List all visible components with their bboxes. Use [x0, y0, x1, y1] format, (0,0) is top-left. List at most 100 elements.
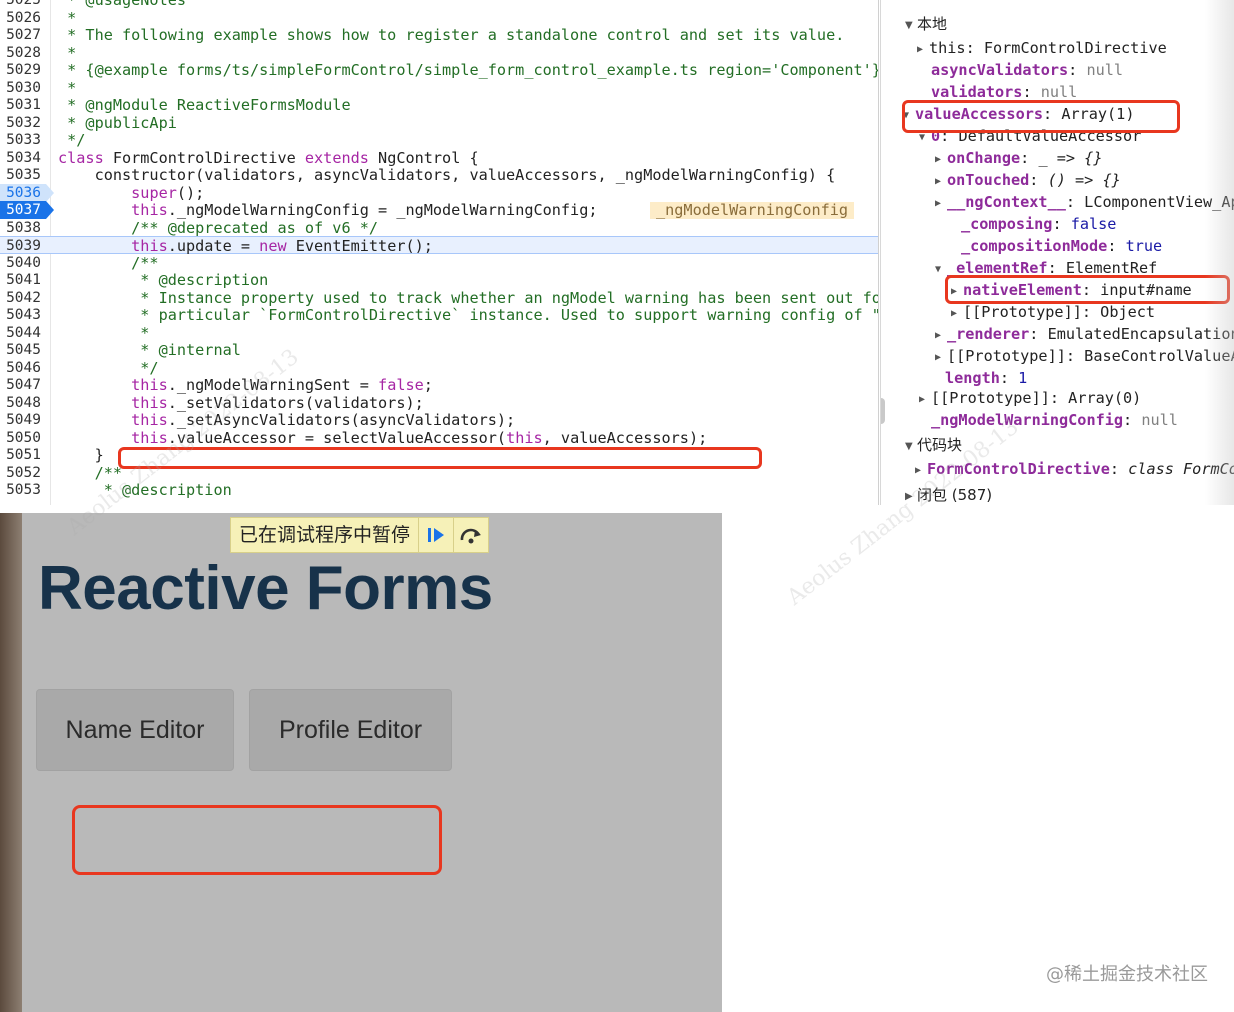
panel-scrollbar[interactable]: [881, 398, 885, 424]
scope-row[interactable]: ▶ [[Prototype]]: Object: [951, 301, 1155, 323]
line-number[interactable]: 5053: [0, 481, 46, 499]
collapse-triangle-icon[interactable]: ▶: [951, 281, 963, 303]
line-number[interactable]: 5042: [0, 289, 46, 307]
name-editor-button[interactable]: Name Editor: [36, 689, 234, 771]
scope-separator: :: [1043, 105, 1062, 123]
expand-triangle-icon[interactable]: ▼: [919, 127, 931, 149]
scope-row[interactable]: ▶ onChange: _ => {}: [935, 147, 1102, 169]
line-number[interactable]: 5036: [0, 183, 54, 202]
code-text: class FormControlDirective extends NgCon…: [58, 148, 479, 167]
scope-row[interactable]: _compositionMode: true: [961, 235, 1162, 257]
code-text: * particular `FormControlDirective` inst…: [58, 306, 879, 324]
line-number[interactable]: 5052: [0, 464, 46, 482]
collapse-triangle-icon[interactable]: ▶: [935, 193, 947, 215]
line-number[interactable]: 5037: [0, 201, 54, 219]
collapse-triangle-icon[interactable]: ▶: [917, 39, 929, 61]
scope-row[interactable]: ▶ [[Prototype]]: Array(0): [919, 387, 1141, 409]
expand-triangle-icon[interactable]: ▼: [903, 105, 915, 127]
name-input[interactable]: [72, 805, 442, 875]
line-number[interactable]: 5028: [0, 44, 46, 62]
line-number[interactable]: 5046: [0, 359, 46, 377]
code-line: 5047 this._ngModelWarningSent = false;: [0, 376, 878, 394]
line-number[interactable]: 5039: [0, 237, 46, 255]
collapse-triangle-icon[interactable]: ▶: [915, 460, 927, 482]
scope-row[interactable]: ▼ 0: DefaultValueAccessor: [919, 125, 1141, 147]
scope-key: asyncValidators: [931, 61, 1069, 79]
scope-row[interactable]: _ngModelWarningConfig: null: [931, 409, 1178, 431]
line-number[interactable]: 5040: [0, 254, 46, 272]
line-number[interactable]: 5047: [0, 376, 46, 394]
code-text: * Instance property used to track whethe…: [58, 288, 879, 307]
scope-row[interactable]: ▶ onTouched: () => {}: [935, 169, 1121, 191]
scope-row[interactable]: asyncValidators: null: [931, 59, 1123, 81]
scope-key: length: [945, 369, 1000, 387]
scope-key: _elementRef: [947, 259, 1048, 277]
code-line: 5028 *: [0, 44, 878, 62]
step-over-button[interactable]: [453, 518, 488, 552]
scope-key: valueAccessors: [915, 105, 1044, 123]
collapse-triangle-icon[interactable]: ▶: [919, 389, 931, 411]
line-number[interactable]: 5045: [0, 341, 46, 359]
line-number[interactable]: 5035: [0, 166, 46, 184]
collapse-triangle-icon[interactable]: ▶: [951, 303, 963, 325]
scope-row[interactable]: validators: null: [931, 81, 1077, 103]
scope-key: 0: [931, 127, 941, 145]
collapse-triangle-icon[interactable]: ▶: [935, 347, 947, 369]
scope-row[interactable]: ▶ this: FormControlDirective: [917, 37, 1167, 59]
line-number[interactable]: 5030: [0, 79, 46, 97]
scope-row[interactable]: ▶_renderer: EmulatedEncapsulationDomRend…: [935, 323, 1234, 345]
collapse-triangle-icon[interactable]: ▶: [935, 325, 947, 347]
line-number[interactable]: 5032: [0, 114, 46, 132]
scope-row[interactable]: _composing: false: [961, 213, 1116, 235]
line-number[interactable]: 5051: [0, 446, 46, 464]
code-line: 5035 constructor(validators, asyncValida…: [0, 166, 878, 184]
scope-row[interactable]: ▼ valueAccessors: Array(1): [903, 103, 1134, 125]
code-text: * @publicApi: [58, 113, 177, 132]
scope-section-codeblock[interactable]: ▼ 代码块: [905, 434, 962, 456]
line-number[interactable]: 5048: [0, 394, 46, 412]
line-number[interactable]: 5031: [0, 96, 46, 114]
code-text: /**: [58, 253, 159, 272]
collapse-triangle-icon[interactable]: ▶: [935, 149, 947, 171]
scope-value: null: [1040, 83, 1078, 101]
scope-row[interactable]: length: 1: [945, 367, 1027, 389]
expand-triangle-icon[interactable]: ▼: [935, 259, 947, 281]
collapse-triangle-icon[interactable]: ▶: [935, 171, 947, 193]
expand-triangle-icon[interactable]: ▼: [905, 436, 917, 458]
code-text: */: [58, 131, 86, 149]
line-number[interactable]: 5029: [0, 61, 46, 79]
line-number[interactable]: 5027: [0, 26, 46, 44]
line-number[interactable]: 5041: [0, 271, 46, 289]
code-text: constructor(validators, asyncValidators,…: [58, 166, 836, 184]
scope-section-local[interactable]: ▼ 本地: [905, 13, 947, 35]
scope-row[interactable]: ▶[[Prototype]]: BaseControlValueAccessor: [935, 345, 1234, 367]
expand-triangle-icon[interactable]: ▼: [905, 15, 917, 37]
scope-key: onChange: [947, 149, 1021, 167]
scope-row[interactable]: ▶ nativeElement: input#name: [951, 279, 1192, 301]
scope-row-codeblock[interactable]: ▶FormControlDirective: class FormControl…: [915, 458, 1234, 480]
code-text: }: [58, 446, 104, 464]
code-line: 5040 /**: [0, 254, 878, 272]
line-number[interactable]: 5038: [0, 219, 46, 237]
scope-value: 1: [1018, 369, 1028, 387]
scope-row[interactable]: ▼ _elementRef: ElementRef: [935, 257, 1157, 279]
resume-button[interactable]: [418, 518, 453, 552]
line-number[interactable]: 5033: [0, 131, 46, 149]
line-number[interactable]: 5049: [0, 411, 46, 429]
scope-row[interactable]: ▶__ngContext__: LComponentView_AppCompon…: [935, 191, 1234, 213]
line-number[interactable]: 5026: [0, 9, 46, 27]
scope-value: () => {}: [1047, 171, 1121, 189]
line-number[interactable]: 5034: [0, 149, 46, 167]
line-number[interactable]: 5044: [0, 324, 46, 342]
scope-key: onTouched: [947, 171, 1030, 189]
line-number[interactable]: 5043: [0, 306, 46, 324]
scope-separator: :: [999, 369, 1019, 387]
scope-separator: :: [1052, 215, 1071, 233]
line-number[interactable]: 5050: [0, 429, 46, 447]
profile-editor-button[interactable]: Profile Editor: [249, 689, 452, 771]
scope-section-closure[interactable]: ▶ 闭包 (587): [905, 484, 992, 505]
code-line: 5045 * @internal: [0, 341, 878, 359]
scope-key: [[Prototype]]: [963, 303, 1082, 321]
scope-value: Array(1): [1061, 105, 1135, 123]
collapse-triangle-icon[interactable]: ▶: [905, 486, 917, 505]
